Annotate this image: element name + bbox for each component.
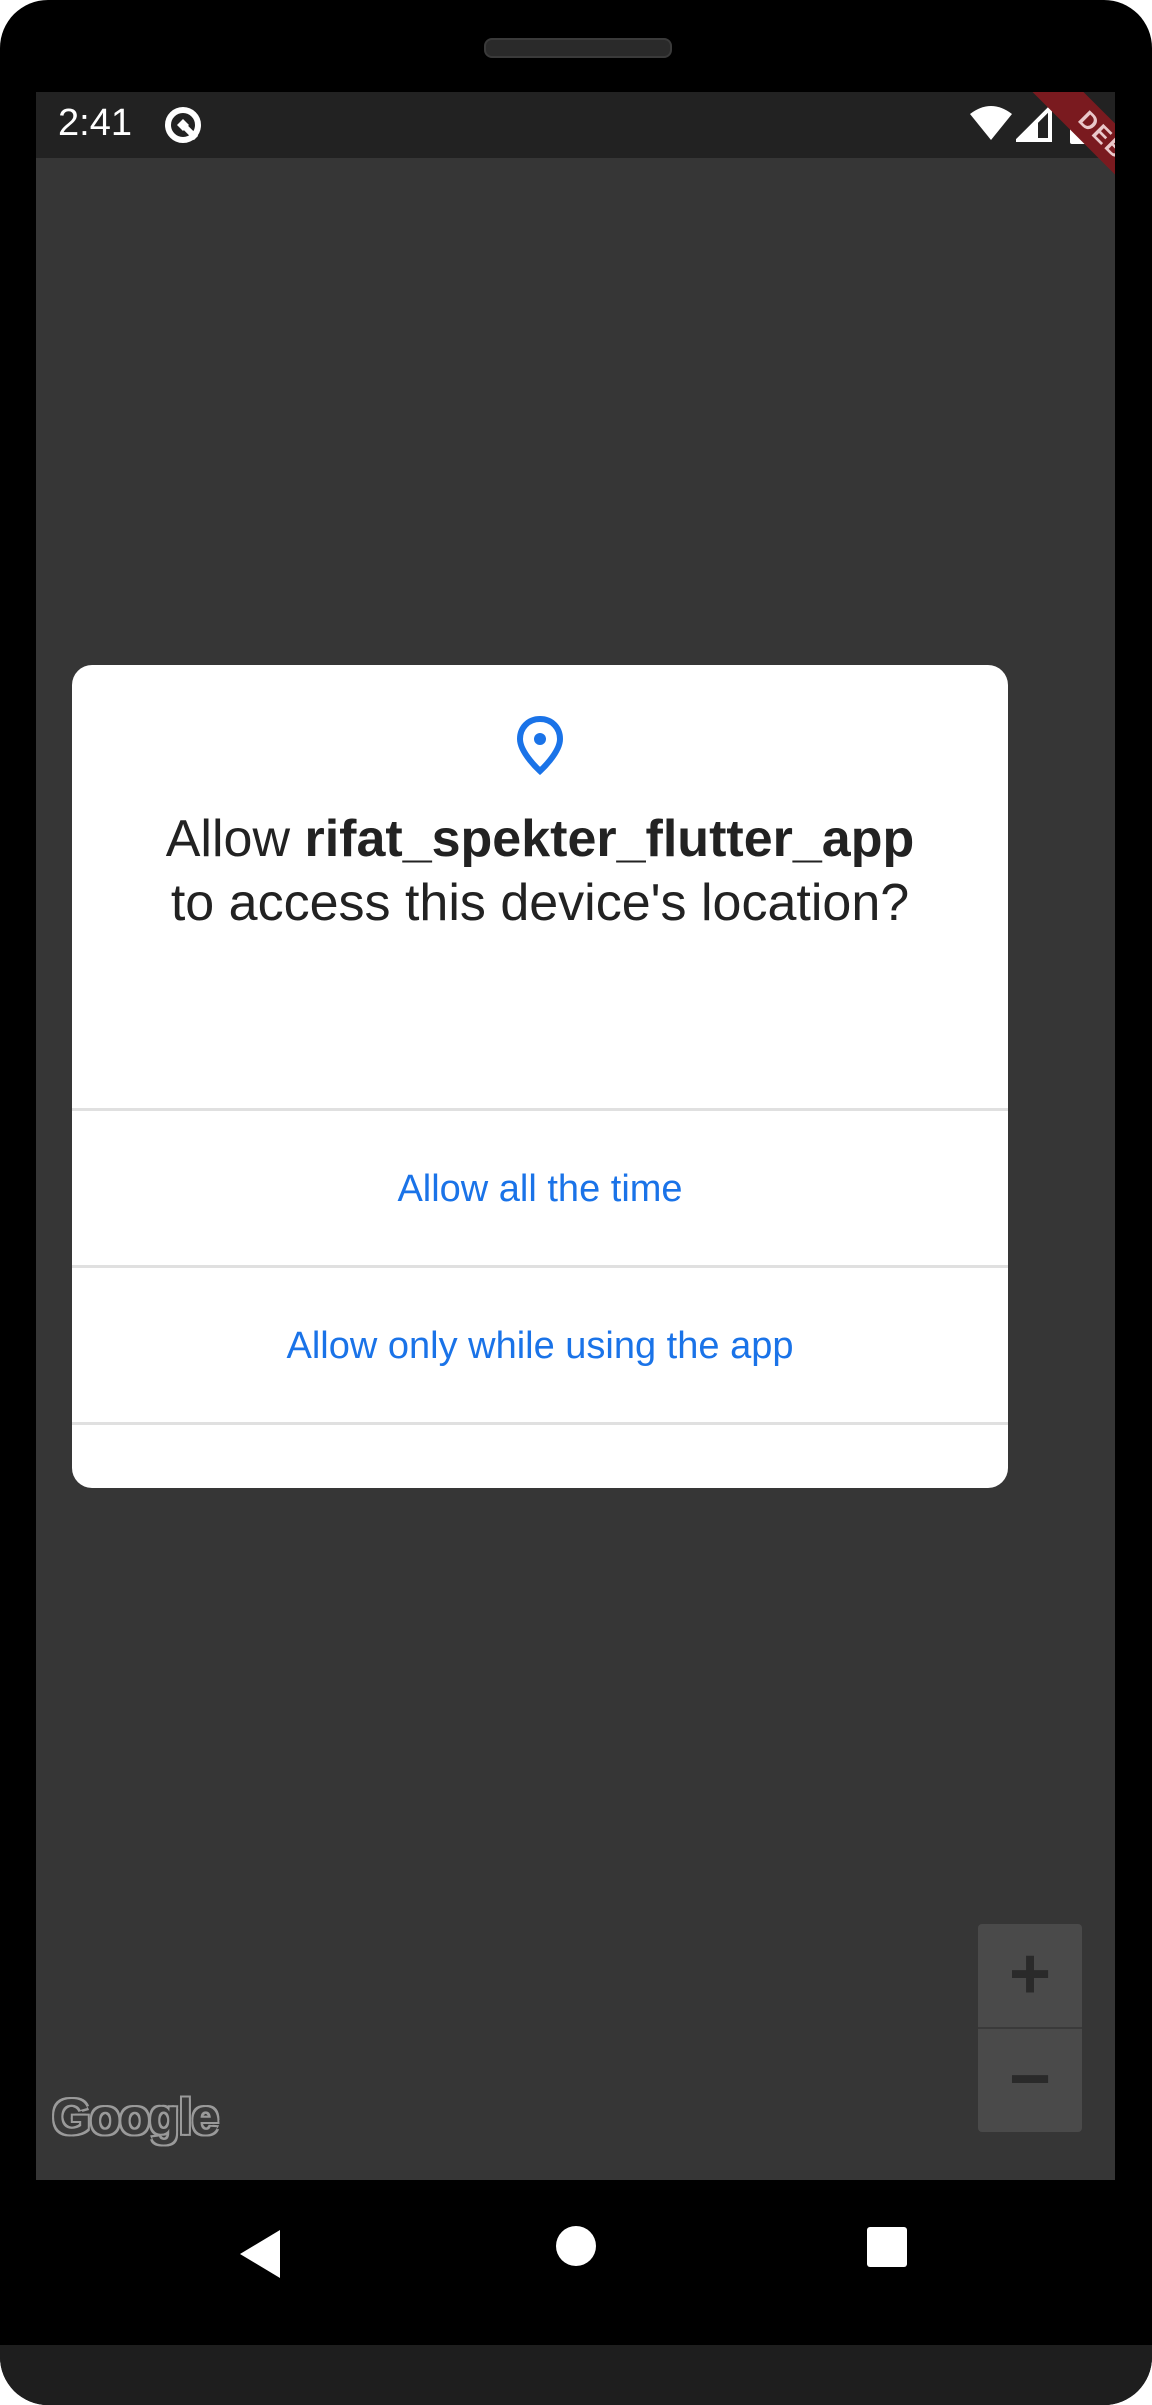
title-suffix: to access this device's location?: [170, 874, 910, 932]
zoom-in-label: +: [1008, 1934, 1052, 2014]
zoom-out-button[interactable]: −: [978, 2029, 1082, 2132]
phone-bottom-bezel: [0, 2345, 1152, 2405]
earpiece-speaker: [484, 38, 672, 58]
signal-icon: [1016, 106, 1052, 142]
allow-all-the-time-button[interactable]: Allow all the time: [72, 1108, 1008, 1267]
deny-button[interactable]: Deny: [72, 1422, 1008, 1488]
navigation-bar: [0, 2180, 1152, 2345]
home-icon[interactable]: [554, 2224, 598, 2268]
app-notification-icon: [165, 107, 201, 143]
phone-frame: 2:41 DEBUG + − Google Allow rifat_spekte…: [0, 0, 1152, 2405]
zoom-in-button[interactable]: +: [978, 1924, 1082, 2027]
status-bar: 2:41: [36, 92, 1115, 158]
wifi-icon: [970, 106, 1012, 140]
status-time: 2:41: [58, 102, 132, 144]
zoom-out-label: −: [1008, 2039, 1052, 2119]
google-attribution-logo: Google: [52, 2089, 219, 2145]
location-pin-icon: [516, 715, 564, 775]
app-name: rifat_spekter_flutter_app: [304, 810, 915, 868]
dialog-title: Allow rifat_spekter_flutter_app to acces…: [72, 807, 1008, 935]
back-icon[interactable]: [236, 2224, 292, 2284]
location-permission-dialog: Allow rifat_spekter_flutter_app to acces…: [72, 665, 1008, 1488]
recents-icon[interactable]: [866, 2226, 908, 2268]
title-prefix: Allow: [165, 810, 291, 868]
map-zoom-controls: + −: [978, 1924, 1082, 2132]
allow-while-using-app-button[interactable]: Allow only while using the app: [72, 1265, 1008, 1424]
